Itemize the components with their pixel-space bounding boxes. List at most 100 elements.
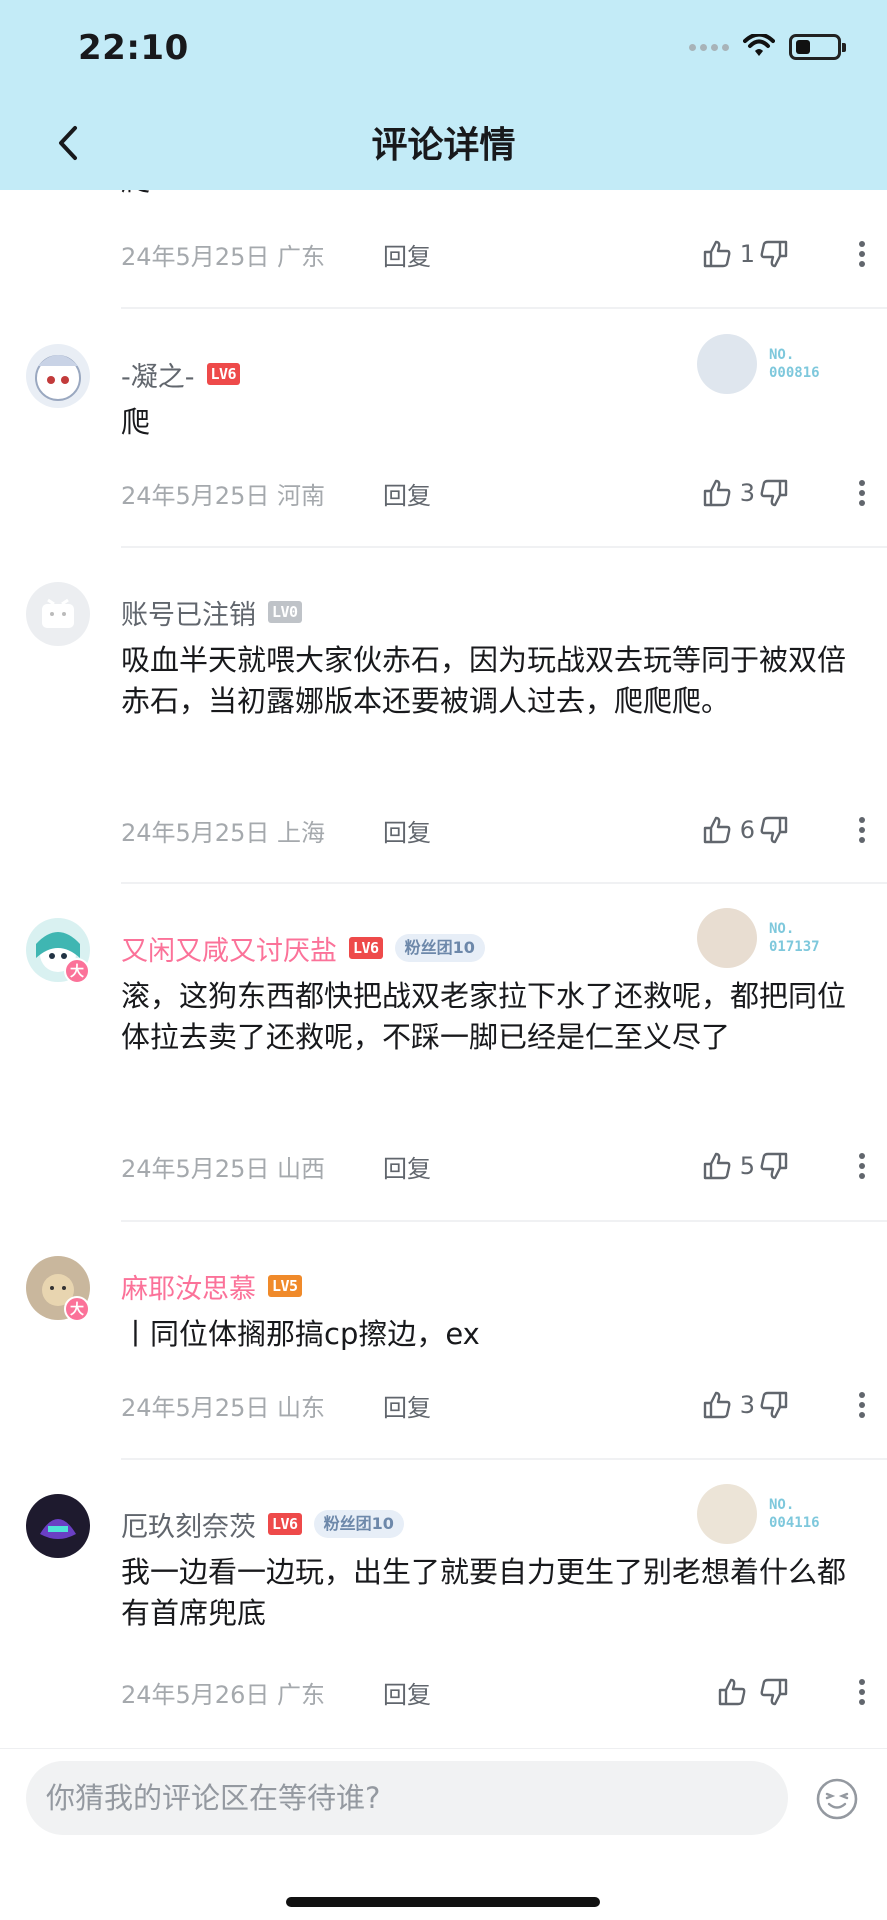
dislike-button[interactable] <box>757 1388 791 1422</box>
like-count: 6 <box>739 816 755 844</box>
username[interactable]: 厄玖刻奈茨 <box>121 1505 256 1544</box>
comment-text: 丨同位体搁那搞cp擦边，ex <box>121 1317 480 1351</box>
thumbs-up-icon <box>718 1678 746 1706</box>
more-button[interactable] <box>847 476 877 510</box>
like-button[interactable]: 1 <box>702 239 755 269</box>
thumbs-down-icon <box>760 1678 788 1706</box>
level-badge: LV6 <box>206 363 241 385</box>
comment-item: 厄玖刻奈茨 LV6 粉丝团10 NO. 004116 我一边看一边玩，出生了就要… <box>0 1460 887 1748</box>
comment-header: 厄玖刻奈茨 LV6 粉丝团10 <box>121 1505 404 1544</box>
comment-text: 爬 <box>121 405 151 439</box>
more-vertical-icon <box>859 241 865 267</box>
comment-date: 24年5月26日 广东 <box>121 1680 325 1709</box>
emoji-icon <box>816 1778 858 1820</box>
more-button[interactable] <box>847 813 877 847</box>
level-badge: LV6 <box>268 1513 302 1535</box>
username[interactable]: -凝之- <box>121 355 195 394</box>
reply-button[interactable]: 回复 <box>383 1388 431 1423</box>
fan-club-badge: 粉丝团10 <box>394 934 485 962</box>
thumbs-up-icon <box>703 1152 731 1180</box>
battery-icon <box>789 34 846 60</box>
more-vertical-icon <box>859 1392 865 1418</box>
reply-button[interactable]: 回复 <box>383 813 431 848</box>
dislike-button[interactable] <box>757 476 791 510</box>
comment-date: 24年5月25日 山东 <box>121 1393 325 1422</box>
thumbs-up-icon <box>703 1391 731 1419</box>
username[interactable]: 又闲又咸又讨厌盐 <box>121 929 337 968</box>
dislike-button[interactable] <box>757 1149 791 1183</box>
username[interactable]: 账号已注销 <box>121 593 256 632</box>
more-vertical-icon <box>859 817 865 843</box>
reply-button[interactable]: 回复 <box>383 237 431 272</box>
comment-meta: 24年5月25日 上海 回复 6 <box>121 810 865 850</box>
more-button[interactable] <box>847 1149 877 1183</box>
reply-button[interactable]: 回复 <box>383 476 431 511</box>
dislike-button[interactable] <box>757 813 791 847</box>
comment-input[interactable]: 你猜我的评论区在等待谁? <box>26 1761 788 1835</box>
header: 22:10 评论详情 <box>0 0 887 190</box>
comment-date: 24年5月25日 广东 <box>121 242 325 271</box>
like-button[interactable]: 6 <box>702 815 755 845</box>
page-title: 评论详情 <box>371 125 516 166</box>
more-vertical-icon <box>859 480 865 506</box>
medal-number: NO. 004116 <box>769 1497 820 1531</box>
avatar[interactable] <box>26 344 90 408</box>
comment-item: -凝之- LV6 NO. 000816 爬 24年5月25日 河南 回复 3 <box>0 310 887 548</box>
comment-meta: 24年5月25日 河南 回复 3 <box>121 473 865 513</box>
like-button[interactable]: 3 <box>702 478 755 508</box>
status-icons <box>689 34 846 60</box>
comment-item: 大 麻耶汝思慕 LV5 丨同位体搁那搞cp擦边，ex 24年5月25日 山东 回… <box>0 1222 887 1460</box>
like-count: 3 <box>739 1391 755 1419</box>
dislike-button[interactable] <box>757 1675 791 1709</box>
comment-text: 滚，这狗东西都快把战双老家拉下水了还救呢，都把同位体拉去卖了还救呢，不踩一脚已经… <box>121 979 847 1054</box>
comment-header: 又闲又咸又讨厌盐 LV6 粉丝团10 <box>121 929 485 968</box>
comment-text: 吸血半天就喂大家伙赤石，因为玩战双去玩等同于被双倍赤石，当初露娜版本还要被调人过… <box>121 643 847 718</box>
more-button[interactable] <box>847 237 877 271</box>
fan-medal[interactable]: NO. 017137 <box>697 904 847 974</box>
like-button[interactable]: 5 <box>702 1151 755 1181</box>
more-vertical-icon <box>859 1153 865 1179</box>
page: 22:10 评论详情 爬 24年5月25日 广东 回复 1 <box>0 0 887 1920</box>
thumbs-down-icon <box>760 816 788 844</box>
dislike-button[interactable] <box>757 237 791 271</box>
comment-meta: 24年5月25日 山西 回复 5 <box>121 1146 865 1186</box>
level-badge: LV0 <box>268 601 302 623</box>
thumbs-down-icon <box>760 240 788 268</box>
medal-number: NO. 017137 <box>769 921 820 955</box>
reply-button[interactable]: 回复 <box>383 1675 431 1710</box>
avatar[interactable] <box>26 582 90 646</box>
comment-date: 24年5月25日 山西 <box>121 1154 325 1183</box>
thumbs-down-icon <box>760 1391 788 1419</box>
vip-badge: 大 <box>64 958 90 984</box>
fan-club-badge: 粉丝团10 <box>313 1510 404 1538</box>
emoji-button[interactable] <box>815 1777 859 1821</box>
avatar[interactable] <box>26 1494 90 1558</box>
comment-date: 24年5月25日 上海 <box>121 818 325 847</box>
signal-icon <box>689 43 729 51</box>
comment-date: 24年5月25日 河南 <box>121 481 325 510</box>
vip-badge: 大 <box>64 1296 90 1322</box>
home-indicator[interactable] <box>286 1897 600 1907</box>
more-button[interactable] <box>847 1675 877 1709</box>
comment-header: 账号已注销 LV0 <box>121 593 302 632</box>
fan-medal[interactable]: NO. 000816 <box>697 330 847 400</box>
thumbs-up-icon <box>703 816 731 844</box>
username[interactable]: 麻耶汝思慕 <box>121 1267 256 1306</box>
thumbs-up-icon <box>703 240 731 268</box>
fan-medal[interactable]: NO. 004116 <box>697 1480 847 1550</box>
more-button[interactable] <box>847 1388 877 1422</box>
like-button[interactable]: 3 <box>702 1390 755 1420</box>
like-count: 1 <box>739 240 755 268</box>
reply-button[interactable]: 回复 <box>383 1149 431 1184</box>
comment-list[interactable]: 爬 24年5月25日 广东 回复 1 -凝之- LV6 <box>0 190 887 1748</box>
thumbs-down-icon <box>760 479 788 507</box>
comment-meta: 24年5月25日 广东 回复 1 <box>121 234 865 274</box>
medal-number: NO. 000816 <box>769 347 820 381</box>
comment-text: 爬 <box>121 190 861 201</box>
like-button[interactable] <box>717 1677 755 1707</box>
more-vertical-icon <box>859 1679 865 1705</box>
medal-image <box>697 908 757 968</box>
level-badge: LV6 <box>349 937 383 959</box>
medal-image <box>697 334 757 394</box>
comment-item: 大 又闲又咸又讨厌盐 LV6 粉丝团10 NO. 017137 滚，这狗东西都快… <box>0 884 887 1222</box>
